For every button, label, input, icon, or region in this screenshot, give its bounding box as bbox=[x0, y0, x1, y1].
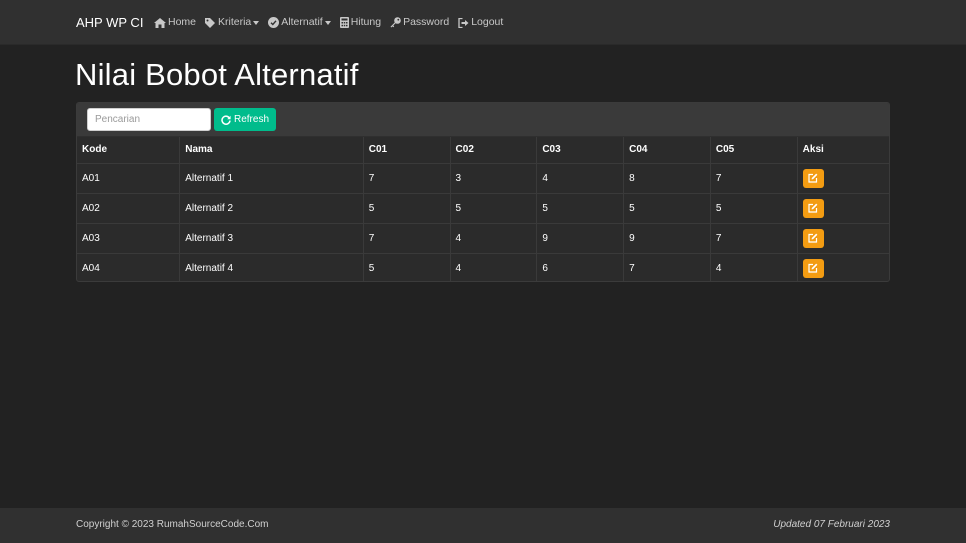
column-header: C02 bbox=[450, 137, 538, 164]
table-row: A03 Alternatif 3 7 4 9 9 7 bbox=[77, 223, 889, 254]
cell-nama: Alternatif 4 bbox=[179, 253, 364, 281]
cell-value: 8 bbox=[623, 163, 711, 194]
nav-item-logout[interactable]: Logout bbox=[458, 15, 503, 30]
cell-value: 5 bbox=[536, 193, 625, 224]
nav-item-home[interactable]: Home bbox=[154, 15, 196, 30]
nav-menu: Home Kriteria Alternatif Hitung Password… bbox=[154, 15, 512, 30]
column-header: C04 bbox=[623, 137, 711, 164]
cell-value: 6 bbox=[536, 253, 625, 281]
nav-item-label: Hitung bbox=[350, 16, 382, 28]
cell-aksi bbox=[797, 253, 889, 281]
cell-kode: A01 bbox=[77, 163, 181, 194]
cell-nama: Alternatif 2 bbox=[179, 193, 364, 224]
tags-icon bbox=[205, 17, 216, 28]
chevron-down-icon bbox=[324, 20, 331, 25]
home-icon bbox=[154, 17, 166, 28]
cell-value: 7 bbox=[363, 163, 451, 194]
cell-value: 5 bbox=[710, 193, 798, 224]
cell-value: 4 bbox=[450, 253, 538, 281]
logout-icon bbox=[458, 17, 469, 28]
cell-value: 4 bbox=[536, 163, 625, 194]
cell-kode: A04 bbox=[77, 253, 181, 281]
cell-nama: Alternatif 3 bbox=[179, 223, 364, 254]
edit-button[interactable] bbox=[802, 228, 824, 248]
nav-item-hitung[interactable]: Hitung bbox=[339, 15, 382, 30]
cell-kode: A03 bbox=[77, 223, 181, 254]
table-row: A04 Alternatif 4 5 4 6 7 4 bbox=[77, 253, 889, 281]
refresh-icon bbox=[221, 114, 231, 125]
cell-value: 9 bbox=[536, 223, 625, 254]
cell-kode: A02 bbox=[77, 193, 181, 224]
footer-copyright: Copyright © 2023 RumahSourceCode.Com bbox=[76, 519, 269, 530]
cell-value: 5 bbox=[363, 193, 451, 224]
navbar: AHP WP CI Home Kriteria Alternatif Hitun… bbox=[0, 0, 966, 45]
cell-value: 9 bbox=[623, 223, 711, 254]
cell-value: 4 bbox=[450, 223, 538, 254]
nav-item-label: Password bbox=[403, 16, 450, 28]
cell-value: 4 bbox=[710, 253, 798, 281]
cell-value: 7 bbox=[710, 223, 798, 254]
cell-value: 5 bbox=[450, 193, 538, 224]
nav-item-password[interactable]: Password bbox=[390, 15, 449, 30]
edit-icon bbox=[808, 203, 818, 213]
edit-button[interactable] bbox=[802, 168, 824, 188]
check-circle-icon bbox=[268, 17, 280, 28]
nav-item-label: Home bbox=[168, 16, 197, 28]
table-row: A02 Alternatif 2 5 5 5 5 5 bbox=[77, 193, 889, 224]
chevron-down-icon bbox=[253, 20, 260, 25]
cell-value: 5 bbox=[623, 193, 711, 224]
navbar-brand[interactable]: AHP WP CI bbox=[76, 14, 143, 31]
refresh-button[interactable]: Refresh bbox=[214, 108, 276, 131]
edit-icon bbox=[808, 173, 818, 183]
data-panel: Refresh Kode Nama C01 C02 C03 C04 C05 Ak… bbox=[76, 102, 890, 282]
table-header-row: Kode Nama C01 C02 C03 C04 C05 Aksi bbox=[77, 137, 889, 164]
cell-nama: Alternatif 1 bbox=[179, 163, 364, 194]
table-row: A01 Alternatif 1 7 3 4 8 7 bbox=[77, 163, 889, 194]
footer: Copyright © 2023 RumahSourceCode.Com Upd… bbox=[0, 508, 966, 543]
cell-value: 5 bbox=[363, 253, 451, 281]
nav-item-label: Alternatif bbox=[281, 16, 323, 28]
page-title: Nilai Bobot Alternatif bbox=[75, 57, 359, 92]
cell-value: 7 bbox=[623, 253, 711, 281]
column-header: C03 bbox=[536, 137, 625, 164]
nav-item-kriteria[interactable]: Kriteria bbox=[205, 15, 260, 30]
cell-value: 7 bbox=[363, 223, 451, 254]
calculator-icon bbox=[339, 17, 349, 28]
footer-updated: Updated 07 Februari 2023 bbox=[773, 519, 890, 530]
edit-icon bbox=[808, 233, 818, 243]
edit-button[interactable] bbox=[802, 198, 824, 218]
cell-value: 7 bbox=[710, 163, 798, 194]
cell-aksi bbox=[797, 193, 889, 224]
edit-button[interactable] bbox=[802, 258, 824, 278]
column-header: C01 bbox=[363, 137, 451, 164]
key-icon bbox=[390, 17, 401, 28]
search-input[interactable] bbox=[87, 108, 211, 131]
column-header: Kode bbox=[77, 137, 181, 164]
column-header: Nama bbox=[179, 137, 364, 164]
cell-aksi bbox=[797, 163, 889, 194]
column-header: C05 bbox=[710, 137, 798, 164]
nav-item-label: Logout bbox=[471, 16, 504, 28]
cell-aksi bbox=[797, 223, 889, 254]
nav-item-label: Kriteria bbox=[218, 16, 252, 28]
refresh-label: Refresh bbox=[233, 114, 269, 125]
column-header: Aksi bbox=[797, 137, 889, 164]
edit-icon bbox=[808, 263, 818, 273]
cell-value: 3 bbox=[450, 163, 538, 194]
nav-item-alternatif[interactable]: Alternatif bbox=[268, 15, 331, 30]
panel-toolbar: Refresh bbox=[77, 103, 889, 137]
alternatif-table: Kode Nama C01 C02 C03 C04 C05 Aksi A01 A… bbox=[77, 137, 889, 281]
